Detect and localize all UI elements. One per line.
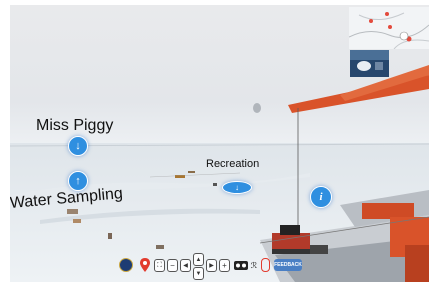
miss-piggy-label: Miss Piggy xyxy=(36,117,114,134)
plus-icon: + xyxy=(222,261,227,270)
chevron-down-icon: ▼ xyxy=(195,270,202,277)
pan-left-button[interactable]: ◀ xyxy=(180,259,191,272)
mobile-device-icon[interactable] xyxy=(261,258,270,272)
recreation-label: Recreation xyxy=(206,158,260,170)
zoom-in-button[interactable]: + xyxy=(219,259,230,272)
minimap[interactable] xyxy=(349,7,429,49)
minus-icon: − xyxy=(170,261,175,270)
vr-headset-icon[interactable] xyxy=(234,261,248,270)
info-icon: i xyxy=(319,191,323,203)
feedback-button[interactable]: FEEDBACK xyxy=(274,259,302,271)
location-thumbnail[interactable] xyxy=(350,50,389,77)
water-sampling-hotspot[interactable]: ↑ xyxy=(68,171,88,191)
expand-icon: ⛶ xyxy=(157,261,162,269)
recreation-hotspot[interactable]: ↓ xyxy=(222,181,252,194)
map-pin-icon[interactable] xyxy=(140,258,150,272)
arrow-down-icon: ↓ xyxy=(75,140,81,152)
logo-icon xyxy=(119,258,133,272)
chevron-up-icon: ▲ xyxy=(195,256,202,263)
miss-piggy-hotspot[interactable]: ↓ xyxy=(68,136,88,156)
arrow-up-icon: ↑ xyxy=(75,175,81,187)
chevron-right-icon: ▶ xyxy=(209,263,214,269)
gyroscope-icon[interactable]: ℛ xyxy=(249,259,259,272)
pan-right-button[interactable]: ▶ xyxy=(206,259,217,272)
info-hotspot[interactable]: i xyxy=(310,186,332,208)
panorama-viewer[interactable]: Miss Piggy Water Sampling Recreation ↓ ↑… xyxy=(10,5,429,282)
pan-down-button[interactable]: ▼ xyxy=(193,267,204,280)
arrow-down-icon: ↓ xyxy=(235,183,239,192)
pan-up-button[interactable]: ▲ xyxy=(193,253,204,266)
zoom-out-button[interactable]: − xyxy=(167,259,178,272)
fullscreen-button[interactable]: ⛶ xyxy=(154,259,165,272)
chevron-left-icon: ◀ xyxy=(183,263,188,269)
